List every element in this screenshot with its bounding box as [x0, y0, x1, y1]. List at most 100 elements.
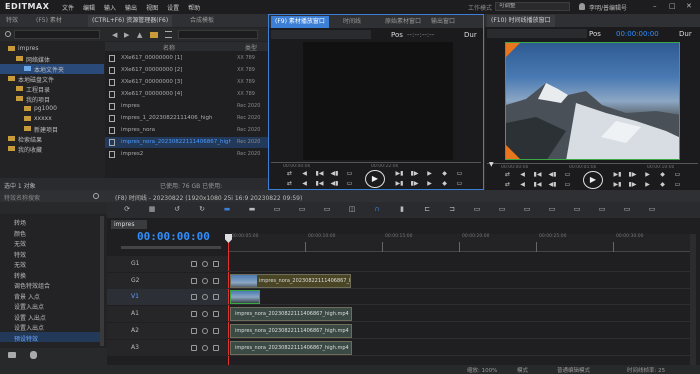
eye-icon[interactable] — [202, 345, 208, 351]
effects-search-icon[interactable] — [93, 193, 99, 199]
timeline-tool-icon[interactable]: ▭ — [521, 205, 533, 215]
timeline-clip[interactable]: impres_nora_20230822111406867_high.mp4 — [230, 307, 352, 321]
source-ctl2-icon[interactable]: ◀ — [298, 180, 311, 188]
new-folder-icon[interactable] — [150, 32, 158, 38]
effect-item[interactable]: 转换 — [0, 269, 100, 280]
timeline-tool-icon[interactable]: ↻ — [196, 205, 208, 215]
record-video-frame[interactable] — [505, 42, 680, 160]
source-ctl3-icon[interactable]: ◆ — [438, 170, 451, 178]
source-ctl-icon[interactable]: ⇄ — [283, 170, 296, 178]
timeline-tool-icon[interactable]: ▭ — [596, 205, 608, 215]
file-row[interactable]: impres_1_20230822111406_high Rec 2020 — [105, 113, 268, 124]
record-ctl2-icon[interactable]: ◀ — [516, 181, 529, 189]
timeline-tool-icon[interactable]: ⊏ — [421, 205, 433, 215]
eye-icon[interactable] — [202, 328, 208, 334]
timeline-tool-icon[interactable]: ▭ — [546, 205, 558, 215]
source-ctl-icon[interactable]: ▮◀ — [313, 170, 326, 178]
menu-item-0[interactable]: 文件 — [62, 3, 74, 12]
timeline-tool-icon[interactable]: ▬ — [221, 205, 233, 215]
file-row[interactable]: XXe617_00000000 [2] XX 789 — [105, 65, 268, 76]
lock-icon[interactable] — [191, 311, 197, 317]
link-icon[interactable] — [213, 345, 219, 351]
tree-item[interactable]: impres — [0, 44, 104, 54]
timeline-tool-icon[interactable]: ▭ — [471, 205, 483, 215]
record-select[interactable] — [487, 29, 587, 38]
source-ctl-icon[interactable]: ◀ — [298, 170, 311, 178]
file-row[interactable]: impres_nora_20230822111406867_high Rec 20… — [105, 137, 268, 148]
timeline-tool-icon[interactable]: ▦ — [146, 205, 158, 215]
timeline-clip[interactable]: impres_nora_20230822111406867_high.mp4 — [230, 341, 352, 355]
track-header[interactable]: G1 — [107, 256, 228, 272]
effect-item[interactable]: 颜色 — [0, 227, 100, 238]
path-field[interactable] — [14, 30, 100, 39]
effect-item[interactable]: 无效 — [0, 237, 100, 248]
effects-scrollbar[interactable] — [100, 216, 104, 346]
record-ctl2-icon[interactable]: ▮◀ — [531, 181, 544, 189]
tree-item[interactable]: 我的项目 — [0, 94, 104, 104]
source-ruler[interactable]: 00:00:00:00 00:00:22:00 — [271, 162, 481, 169]
timeline-tool-icon[interactable]: ▭ — [271, 205, 283, 215]
source-ctl-icon[interactable]: ◀▮ — [328, 170, 341, 178]
track-header[interactable]: V1 — [107, 289, 228, 305]
tab-resource-manager[interactable]: (CTRL+F6) 资源管理器(F6) — [88, 15, 173, 27]
timeline-tool-icon[interactable]: ▭ — [571, 205, 583, 215]
track-header[interactable]: A1 — [107, 306, 228, 322]
menu-item-1[interactable]: 编辑 — [83, 3, 95, 12]
user-name[interactable]: 李明/普编辑号 — [589, 3, 627, 12]
tab-effects[interactable]: 特效 — [2, 15, 22, 27]
eye-icon[interactable] — [202, 294, 208, 300]
timeline-tool-icon[interactable]: ∩ — [371, 205, 383, 215]
forward-icon[interactable]: ▶ — [124, 31, 129, 39]
file-row[interactable]: XXe617_00000000 [3] XX 789 — [105, 77, 268, 88]
effect-item[interactable]: 特效 — [0, 248, 100, 259]
track-header[interactable]: A2 — [107, 323, 228, 339]
timeline-clip[interactable]: impres_nora_20230822111406867_high.mp4 — [230, 324, 352, 338]
menu-item-2[interactable]: 输入 — [104, 3, 116, 12]
eye-icon[interactable] — [202, 311, 208, 317]
file-row[interactable]: impres Rec 2020 — [105, 101, 268, 112]
camera-icon[interactable] — [8, 352, 16, 358]
minimize-button[interactable]: – — [653, 2, 657, 10]
record-ctl4-icon[interactable]: ◆ — [656, 181, 669, 189]
track-lane[interactable] — [228, 256, 690, 272]
timeline-ruler[interactable]: 00:00:05:00 00:00:10:00 00:00:15:00 00:00:2… — [228, 234, 690, 252]
source-ctl3-icon[interactable]: ▶ — [423, 170, 436, 178]
tab-raw-material[interactable]: 原始素材窗口 — [381, 16, 425, 28]
source-select[interactable] — [271, 30, 371, 39]
timeline-tool-icon[interactable]: ▭ — [296, 205, 308, 215]
file-row[interactable]: XXe617_00000000 [4] XX 789 — [105, 89, 268, 100]
tree-item[interactable]: 本地文件夹 — [0, 64, 104, 74]
lock-icon[interactable] — [191, 345, 197, 351]
timeline-clip[interactable]: impres_nora_20230822111406867_high.mp4 — [230, 274, 351, 288]
column-type[interactable]: 类型 — [245, 43, 257, 52]
tab-record-monitor[interactable]: (F10) 时间线播放窗口 — [487, 15, 555, 27]
timeline-tool-icon[interactable]: ◫ — [346, 205, 358, 215]
file-search-input[interactable] — [178, 30, 258, 39]
menu-item-4[interactable]: 视图 — [146, 3, 158, 12]
timeline-tool-icon[interactable]: ▭ — [321, 205, 333, 215]
tab-templates[interactable]: 合成模板 — [186, 15, 218, 27]
source-ctl4-icon[interactable]: ▮▶ — [408, 180, 421, 188]
timeline-timecode[interactable]: 00:00:00:00 — [137, 230, 210, 243]
record-ctl-icon[interactable]: ▭ — [561, 171, 574, 179]
link-icon[interactable] — [213, 294, 219, 300]
track-lane[interactable] — [228, 289, 690, 305]
file-row[interactable]: impres_nora Rec 2020 — [105, 125, 268, 136]
record-ctl3-icon[interactable]: ◆ — [656, 171, 669, 179]
record-ctl4-icon[interactable]: ▭ — [671, 181, 684, 189]
record-ctl3-icon[interactable]: ▮▶ — [626, 171, 639, 179]
timeline-tool-icon[interactable]: ▭ — [496, 205, 508, 215]
menu-item-5[interactable]: 设置 — [167, 3, 179, 12]
tree-item[interactable]: pg1000 — [0, 104, 104, 114]
timeline-scrollbar[interactable] — [690, 234, 696, 366]
link-icon[interactable] — [213, 311, 219, 317]
lock-icon[interactable] — [191, 294, 197, 300]
timeline-tool-icon[interactable]: ▮ — [396, 205, 408, 215]
back-icon[interactable]: ◀ — [112, 31, 117, 39]
file-row[interactable]: impres2 Rec 2020 — [105, 149, 268, 160]
tree-item[interactable]: 工程目录 — [0, 84, 104, 94]
source-ctl3-icon[interactable]: ▭ — [453, 170, 466, 178]
tree-item[interactable]: xxxxx — [0, 114, 104, 124]
lock-icon[interactable] — [191, 328, 197, 334]
record-ctl3-icon[interactable]: ▭ — [671, 171, 684, 179]
